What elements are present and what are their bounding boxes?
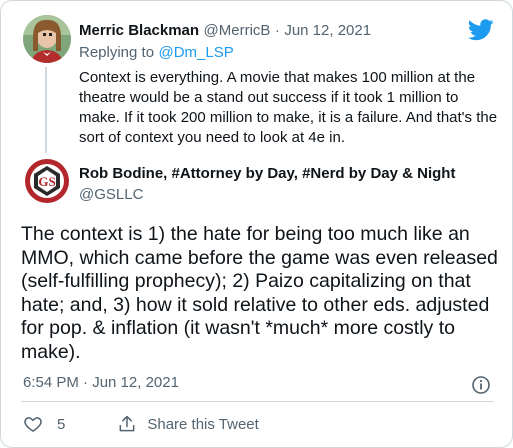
reply-date[interactable]: Jun 12, 2021 bbox=[284, 22, 371, 39]
main-author-handle[interactable]: @GSLLC bbox=[79, 186, 143, 203]
heart-icon bbox=[23, 414, 43, 434]
reply-author-name[interactable]: Merric Blackman bbox=[79, 22, 199, 39]
like-button[interactable]: 5 bbox=[23, 414, 65, 434]
reply-header: Merric Blackman @MerricB · Jun 12, 2021 bbox=[79, 22, 371, 40]
twitter-bird-icon[interactable] bbox=[468, 19, 494, 41]
thread-connector-line bbox=[45, 67, 47, 153]
tweet-timestamp[interactable]: 6:54 PM · Jun 12, 2021 bbox=[23, 374, 179, 391]
main-author-avatar[interactable]: GS bbox=[23, 157, 71, 205]
replying-to-label: Replying to bbox=[79, 44, 155, 61]
reply-date-separator: · bbox=[274, 22, 280, 39]
main-author-name[interactable]: Rob Bodine, #Attorney by Day, #Nerd by D… bbox=[79, 165, 455, 182]
tweet-actions: 5 Share this Tweet bbox=[23, 414, 259, 434]
main-author-name-row: Rob Bodine, #Attorney by Day, #Nerd by D… bbox=[79, 165, 455, 183]
main-author-handle-row: @GSLLC bbox=[79, 186, 143, 204]
info-icon[interactable] bbox=[471, 375, 491, 395]
reply-tweet-text: Context is everything. A movie that make… bbox=[79, 69, 498, 146]
like-count: 5 bbox=[57, 415, 66, 433]
share-button[interactable]: Share this Tweet bbox=[117, 414, 259, 434]
tweet-card: Merric Blackman @MerricB · Jun 12, 2021 … bbox=[0, 0, 513, 448]
main-tweet-text: The context is 1) the hate for being too… bbox=[21, 223, 498, 363]
replying-to-handle[interactable]: @Dm_LSP bbox=[159, 44, 234, 61]
share-icon bbox=[117, 414, 137, 434]
reply-author-handle[interactable]: @MerricB bbox=[204, 22, 271, 39]
replying-to: Replying to @Dm_LSP bbox=[79, 44, 234, 62]
share-label: Share this Tweet bbox=[147, 415, 259, 433]
reply-author-avatar[interactable] bbox=[23, 15, 71, 63]
divider bbox=[21, 401, 494, 402]
svg-text:GS: GS bbox=[38, 174, 55, 189]
